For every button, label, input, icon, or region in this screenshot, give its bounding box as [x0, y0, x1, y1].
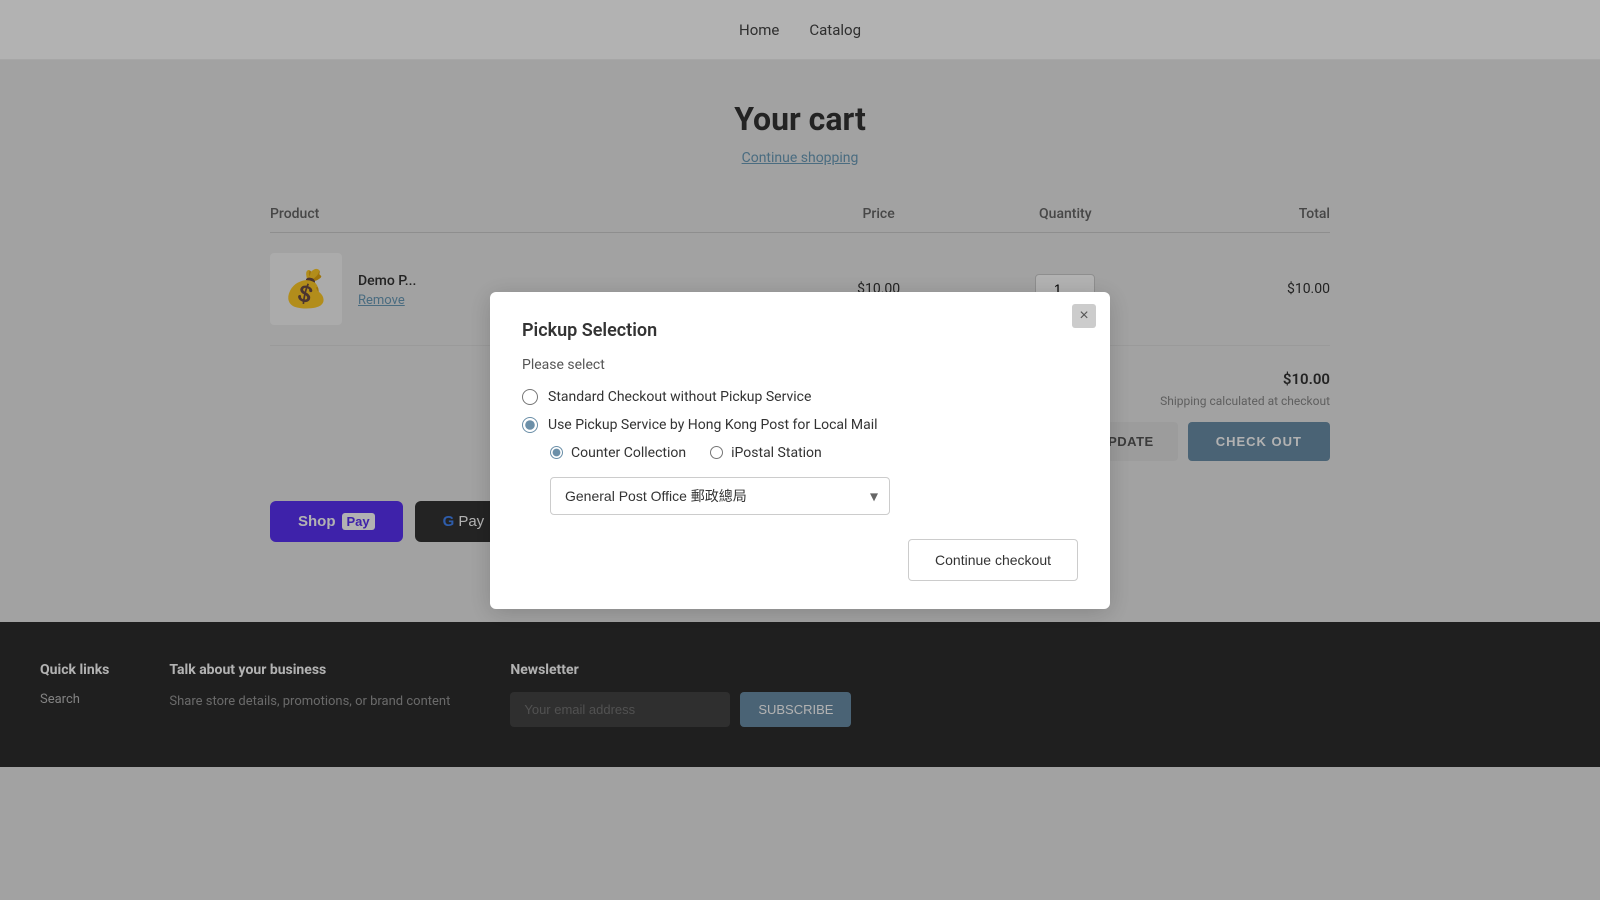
- ipostal-label: iPostal Station: [731, 445, 822, 461]
- option-hkpost: Use Pickup Service by Hong Kong Post for…: [522, 417, 1078, 433]
- radio-ipostal[interactable]: [710, 446, 723, 459]
- modal-actions: Continue checkout: [522, 539, 1078, 581]
- counter-label: Counter Collection: [571, 445, 686, 461]
- continue-checkout-button[interactable]: Continue checkout: [908, 539, 1078, 581]
- radio-counter[interactable]: [550, 446, 563, 459]
- pickup-location-select-wrapper: General Post Office 郵政總局 Tsim Sha Tsui P…: [550, 477, 890, 515]
- modal-overlay: × Pickup Selection Please select Standar…: [0, 0, 1600, 900]
- option-hkpost-label: Use Pickup Service by Hong Kong Post for…: [548, 417, 878, 433]
- pickup-selection-modal: × Pickup Selection Please select Standar…: [490, 292, 1110, 609]
- radio-standard[interactable]: [522, 389, 538, 405]
- modal-subtitle: Please select: [522, 357, 1078, 373]
- radio-hkpost[interactable]: [522, 417, 538, 433]
- modal-close-button[interactable]: ×: [1072, 304, 1096, 328]
- pickup-location-select[interactable]: General Post Office 郵政總局 Tsim Sha Tsui P…: [550, 477, 890, 515]
- sub-options: Counter Collection iPostal Station: [550, 445, 1078, 461]
- option-standard: Standard Checkout without Pickup Service: [522, 389, 1078, 405]
- sub-option-counter[interactable]: Counter Collection: [550, 445, 686, 461]
- modal-title: Pickup Selection: [522, 320, 1078, 341]
- option-standard-label: Standard Checkout without Pickup Service: [548, 389, 811, 405]
- sub-option-ipostal[interactable]: iPostal Station: [710, 445, 822, 461]
